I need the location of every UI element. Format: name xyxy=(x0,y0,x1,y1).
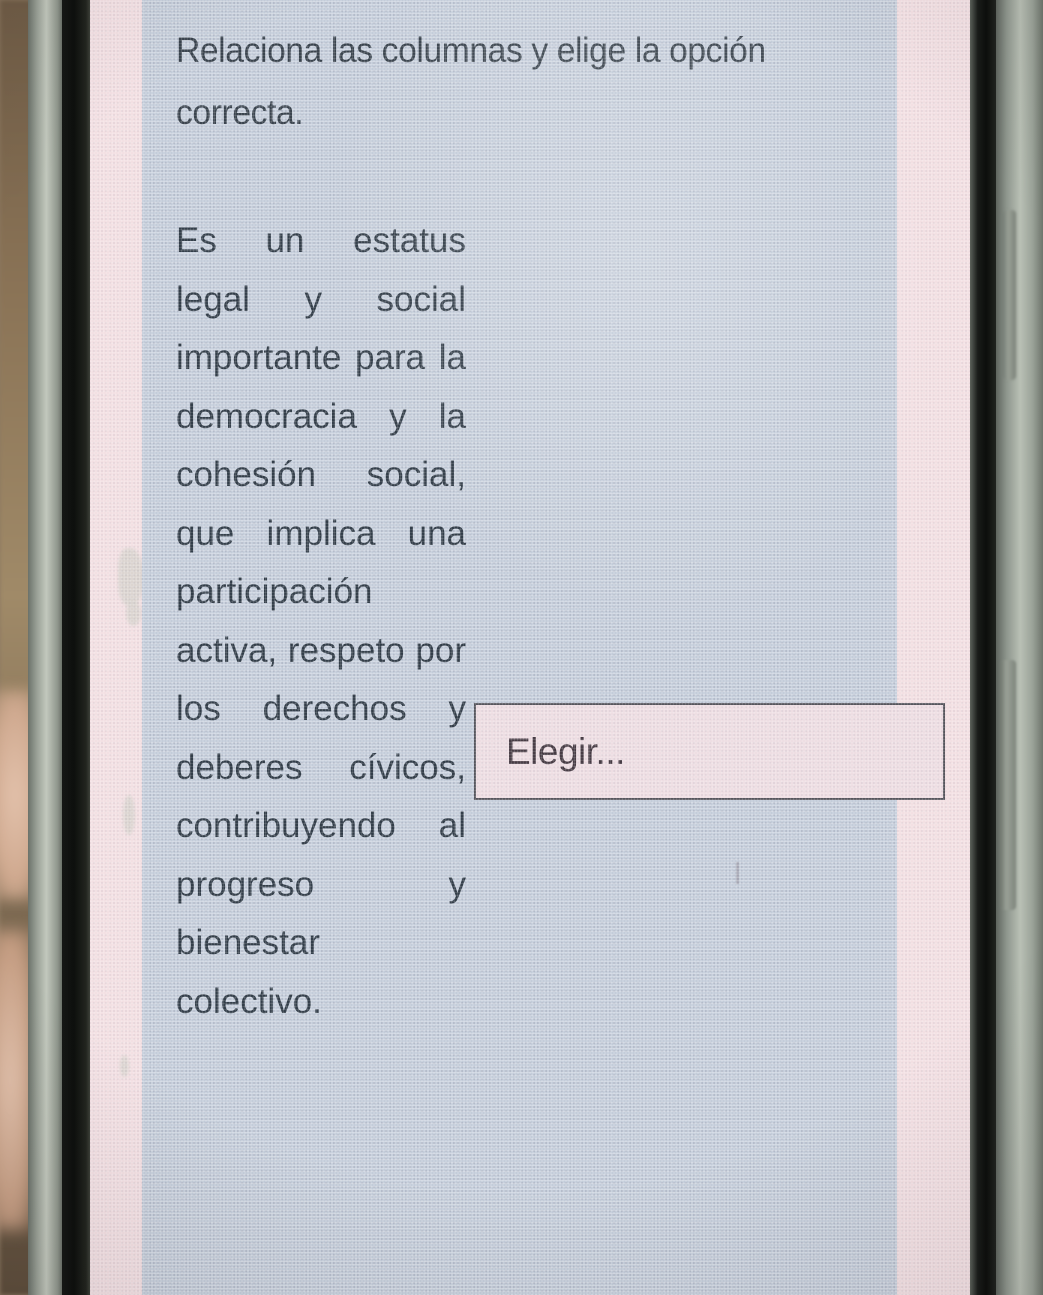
phone-bezel-right xyxy=(970,0,996,1295)
volume-down-button[interactable] xyxy=(1000,660,1016,910)
screen-smudge xyxy=(736,862,739,884)
screen-scuff xyxy=(118,548,144,606)
answer-select-dropdown[interactable]: Elegir... xyxy=(474,703,945,800)
screen-scuff xyxy=(126,600,141,626)
screen-scuff xyxy=(123,795,135,835)
answer-select-value: Elegir... xyxy=(506,730,625,772)
volume-up-button[interactable] xyxy=(1002,210,1016,380)
phone-screen: Relaciona las columnas y elige la opción… xyxy=(90,0,972,1295)
question-passage-text: Es un estatus legal y social importante … xyxy=(176,221,466,1021)
photo-of-phone-screen: Relaciona las columnas y elige la opción… xyxy=(0,0,1043,1295)
instruction-text: Relaciona las columnas y elige la opción… xyxy=(176,31,766,133)
phone-bezel-left xyxy=(62,0,92,1295)
screen-scuff xyxy=(120,1055,129,1077)
